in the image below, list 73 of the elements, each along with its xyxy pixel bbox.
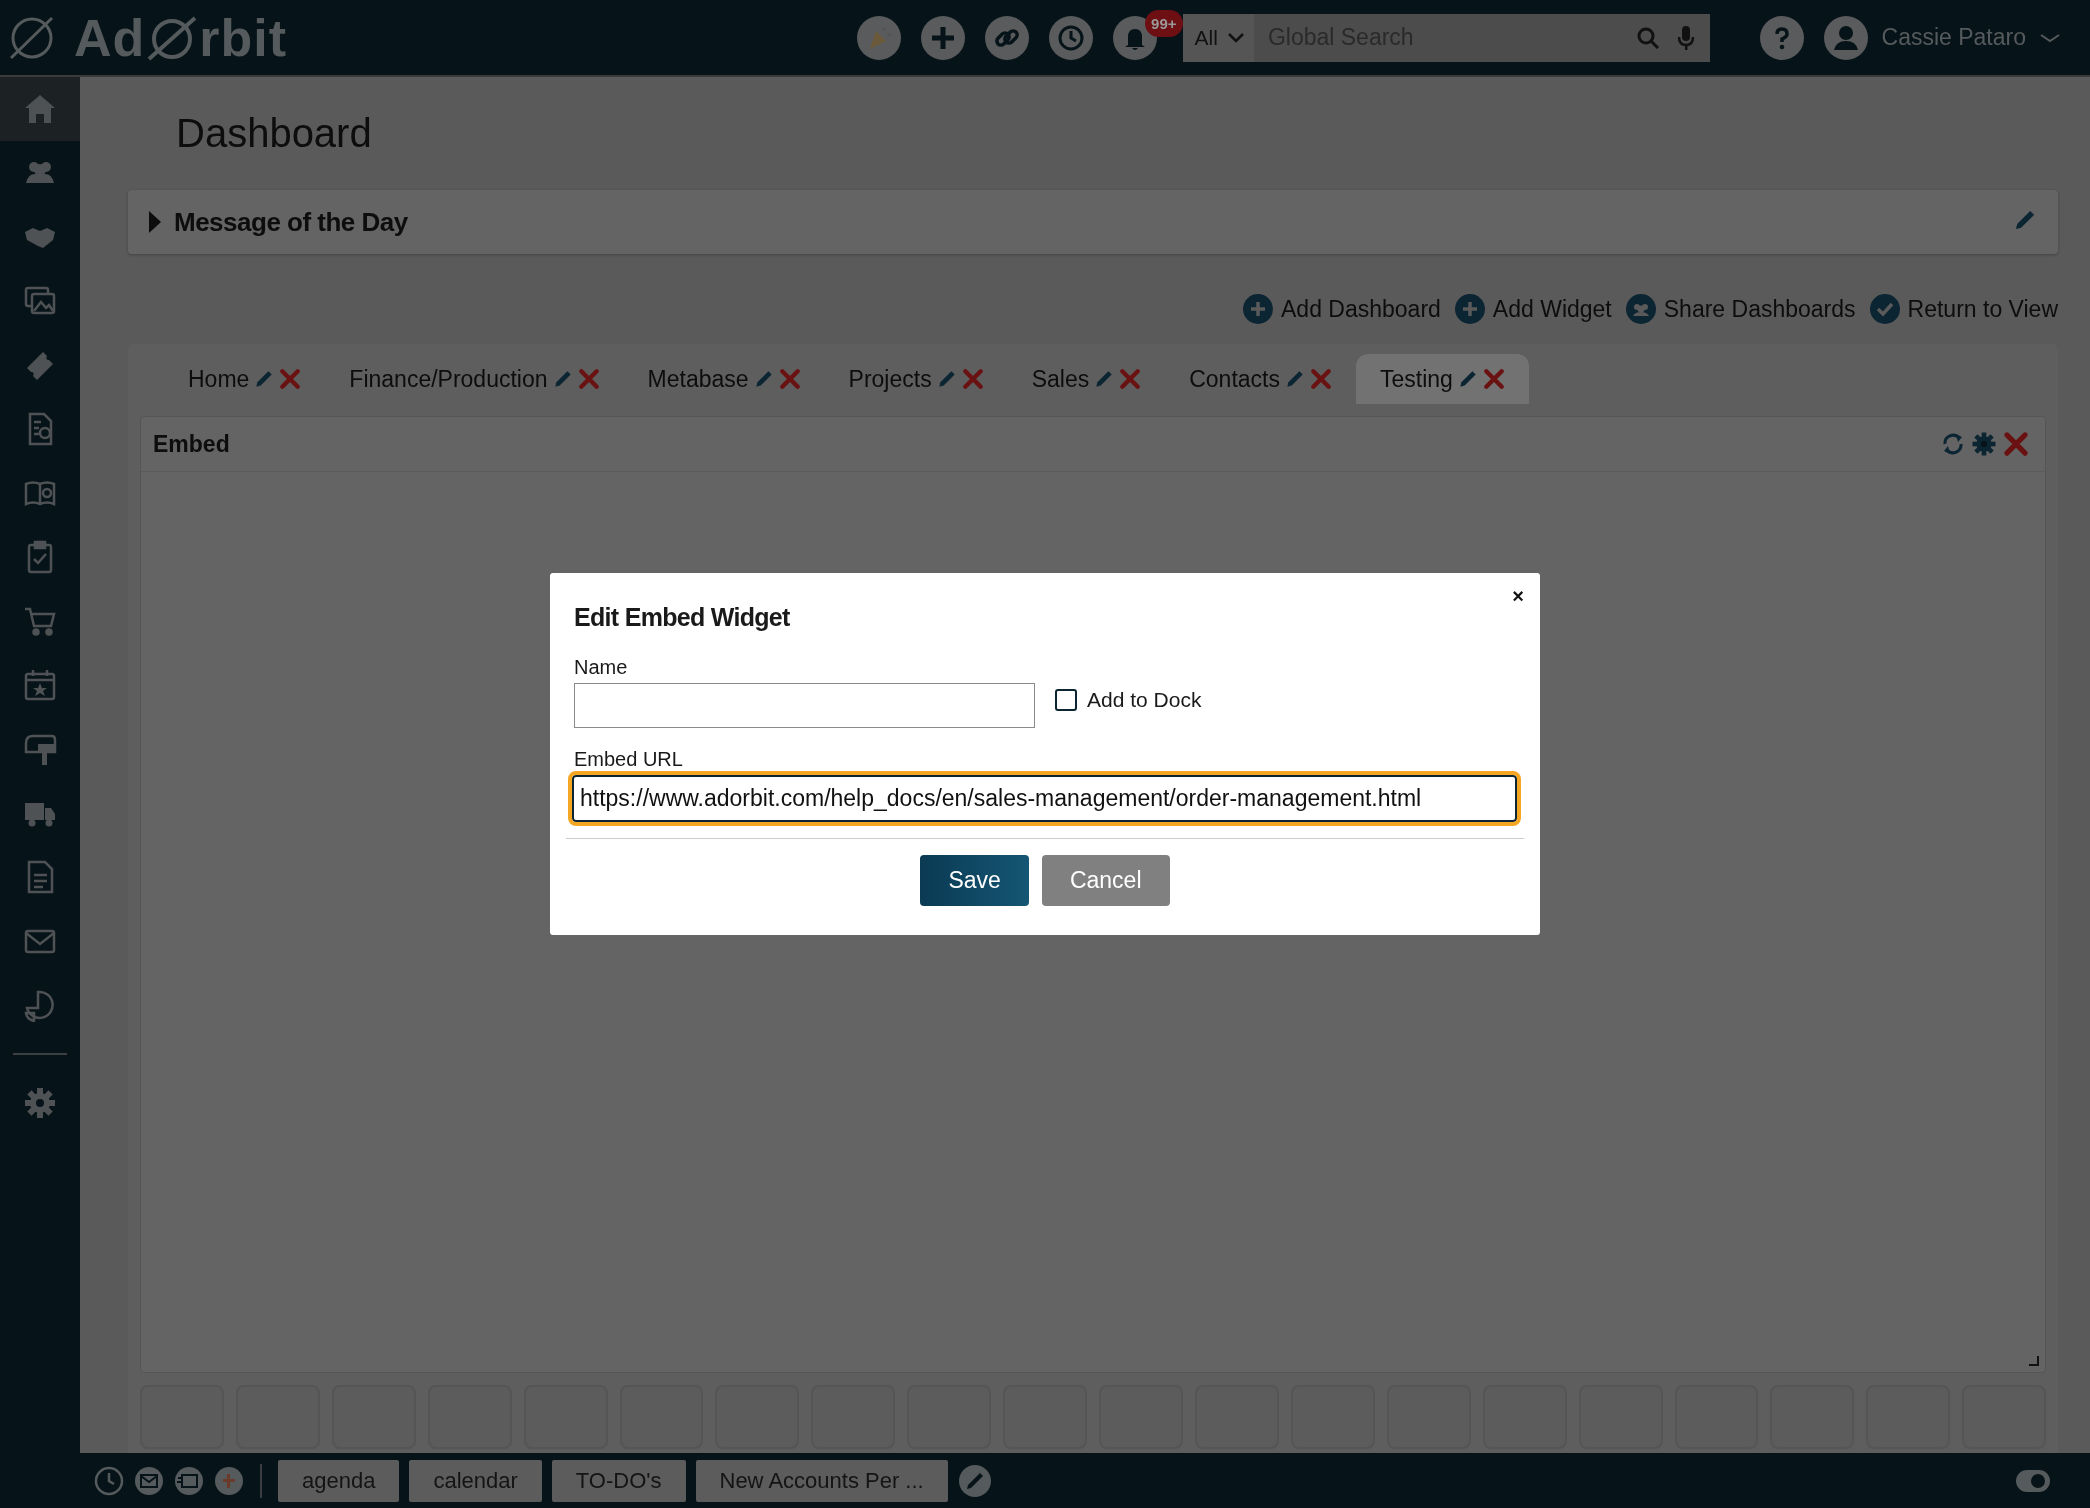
tab[interactable]: Contacts: [1165, 354, 1356, 404]
toggle-icon[interactable]: [2016, 1469, 2050, 1492]
home-icon: [23, 92, 57, 126]
calendar-star-icon: [23, 668, 57, 702]
envelope-icon[interactable]: [134, 1465, 164, 1496]
avatar-icon[interactable]: [1823, 15, 1868, 60]
dock-button[interactable]: New Accounts Per ...: [695, 1459, 948, 1502]
tab-label[interactable]: Finance/Production: [349, 365, 548, 393]
tab[interactable]: Sales: [1007, 354, 1166, 404]
close-icon[interactable]: [1119, 368, 1142, 390]
dock-button[interactable]: TO-DO's: [551, 1459, 686, 1502]
action-link[interactable]: Share Dashboards: [1625, 294, 1856, 324]
caret-right-icon[interactable]: [148, 210, 162, 234]
tab-label[interactable]: Home: [188, 365, 250, 393]
settings-icon: [23, 1086, 57, 1120]
close-icon[interactable]: [961, 368, 984, 390]
tab-label[interactable]: Contacts: [1189, 365, 1280, 393]
user-name[interactable]: Cassie Pataro: [1881, 24, 2026, 51]
refresh-icon[interactable]: [1941, 432, 1965, 456]
name-field[interactable]: [574, 683, 1035, 728]
checkbox[interactable]: [1055, 688, 1077, 711]
chevron-down-icon: [1227, 32, 1244, 43]
action-link[interactable]: Add Dashboard: [1243, 294, 1441, 324]
add-icon: [1454, 294, 1485, 324]
clock-icon[interactable]: [94, 1465, 124, 1496]
pie-chart-icon: [23, 988, 57, 1022]
people-icon: [1625, 294, 1656, 324]
tab-label[interactable]: Metabase: [647, 365, 749, 393]
check-icon: [1869, 294, 1900, 324]
widget-title: Embed: [153, 430, 230, 458]
field-label: Name: [574, 656, 629, 679]
logo-text: Ad: [74, 7, 146, 68]
close-icon[interactable]: [1482, 368, 1505, 390]
checkbox-label[interactable]: Add to Dock: [1087, 687, 1202, 712]
resize-handle-icon[interactable]: [2029, 1356, 2039, 1366]
logo-text: rbit: [199, 7, 288, 68]
message-of-the-day-panel[interactable]: Message of the Day: [128, 190, 2058, 254]
tab-label[interactable]: Projects: [848, 365, 932, 393]
tab-label[interactable]: Sales: [1031, 365, 1090, 393]
sidebar-item[interactable]: [0, 77, 80, 141]
field-label: Embed URL: [574, 748, 684, 771]
tab-label[interactable]: Testing: [1379, 365, 1453, 393]
orbit-letter-icon: [147, 14, 198, 61]
pencil-icon[interactable]: [957, 1463, 992, 1498]
save-button[interactable]: Save: [920, 855, 1029, 906]
add-icon: [1243, 294, 1273, 324]
notification-badge: 99+: [1145, 9, 1183, 37]
close-icon[interactable]: [2003, 431, 2029, 457]
close-icon[interactable]: [1309, 368, 1332, 390]
search-icon[interactable]: [1635, 25, 1660, 50]
chevron-down-icon[interactable]: [2040, 32, 2060, 43]
page-title: Dashboard: [176, 111, 372, 156]
tab[interactable]: Projects: [824, 354, 1008, 404]
close-icon[interactable]: [778, 368, 801, 390]
tab[interactable]: Home: [164, 354, 326, 404]
close-button[interactable]: ×: [1512, 585, 1524, 608]
action-link[interactable]: Return to View: [1869, 294, 2058, 324]
close-icon[interactable]: [279, 368, 302, 390]
mailbox-icon: [23, 732, 57, 766]
close-icon[interactable]: [577, 368, 600, 390]
dock-button[interactable]: calendar: [409, 1459, 542, 1502]
settings-icon[interactable]: [1971, 431, 1997, 457]
dialog-title: Edit Embed Widget: [574, 603, 791, 632]
tab[interactable]: Testing: [1355, 354, 1529, 404]
dock-button[interactable]: agenda: [278, 1459, 400, 1502]
microphone-icon[interactable]: [1675, 24, 1696, 51]
search-scope-dropdown[interactable]: All: [1182, 13, 1254, 62]
message-icon[interactable]: [174, 1465, 204, 1496]
action-link[interactable]: Add Widget: [1454, 294, 1612, 324]
tab[interactable]: Metabase: [623, 354, 825, 404]
cancel-button[interactable]: Cancel: [1041, 855, 1170, 906]
panel-title: Message of the Day: [174, 206, 408, 238]
tab[interactable]: Finance/Production: [325, 354, 624, 404]
